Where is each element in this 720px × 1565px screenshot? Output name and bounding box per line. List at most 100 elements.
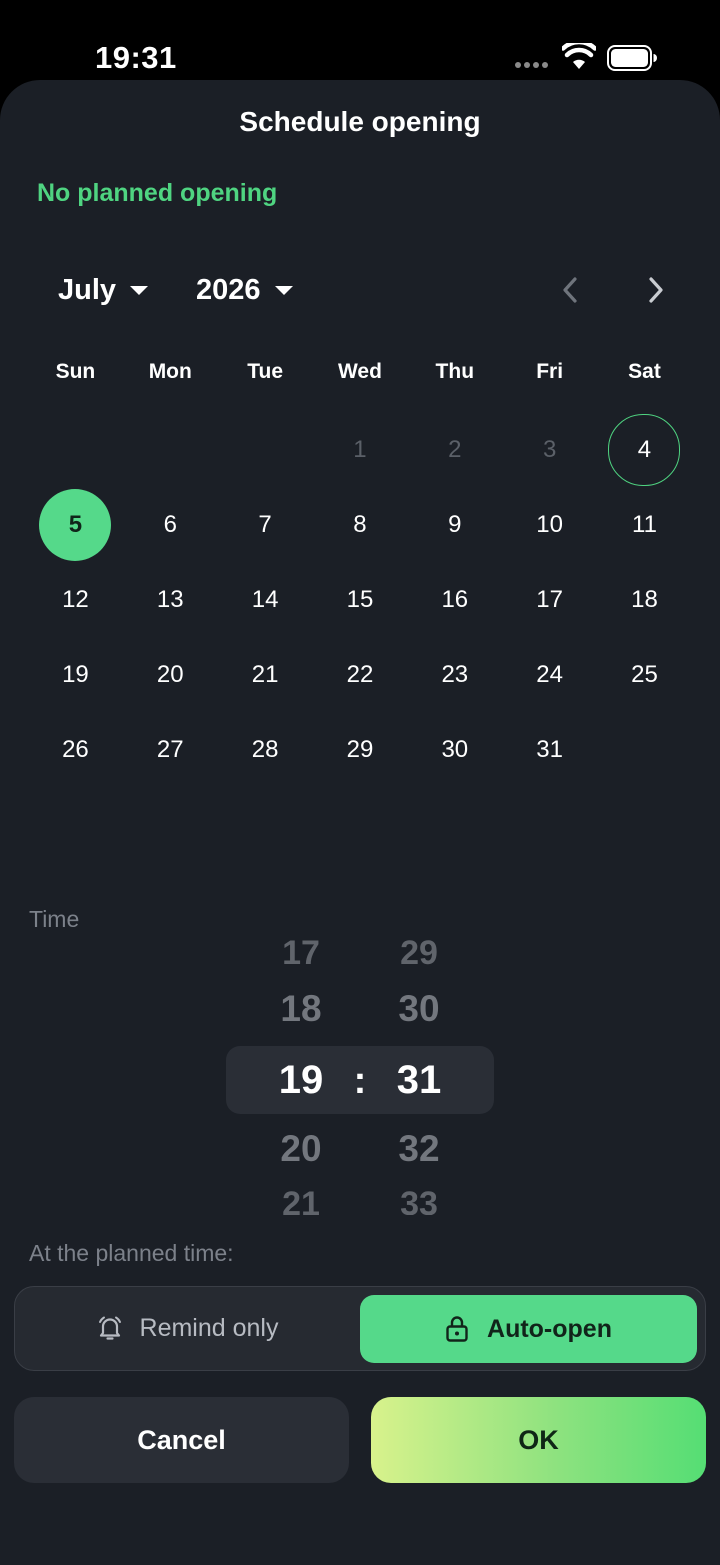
- weekday-label: Wed: [337, 360, 382, 383]
- calendar-day[interactable]: 24: [502, 638, 597, 713]
- hour-option[interactable]: 17: [256, 940, 346, 973]
- calendar-day[interactable]: 11: [597, 487, 692, 562]
- lock-icon: [446, 1316, 468, 1342]
- remind-only-option[interactable]: Remind only: [15, 1287, 359, 1369]
- minute-option[interactable]: 33: [374, 1185, 464, 1215]
- calendar-day[interactable]: 26: [28, 713, 123, 788]
- calendar-day-label: 2: [448, 435, 462, 463]
- calendar-day: 1: [313, 412, 408, 487]
- calendar-day[interactable]: 30: [407, 713, 502, 788]
- calendar-day[interactable]: 13: [123, 562, 218, 637]
- calendar-day[interactable]: 25: [597, 638, 692, 713]
- wifi-icon: [562, 43, 596, 69]
- month-dropdown[interactable]: July: [58, 274, 149, 307]
- weekday-label: Tue: [247, 360, 283, 383]
- planned-time-label: At the planned time:: [29, 1240, 234, 1266]
- calendar-day-label: 10: [536, 510, 563, 538]
- weekday-header: Sun Mon Tue Wed Thu Fri Sat: [28, 360, 692, 384]
- calendar-day[interactable]: 15: [313, 562, 408, 637]
- cancel-button[interactable]: Cancel: [14, 1397, 349, 1483]
- weekday-label: Fri: [536, 360, 564, 383]
- calendar-day[interactable]: 23: [407, 638, 502, 713]
- remind-only-label: Remind only: [139, 1313, 279, 1342]
- calendar-day[interactable]: 22: [313, 638, 408, 713]
- calendar-day[interactable]: 29: [313, 713, 408, 788]
- calendar-day-label: 29: [346, 736, 374, 764]
- bell-icon: [98, 1316, 121, 1340]
- hour-option[interactable]: 18: [256, 988, 346, 1030]
- selected-hour[interactable]: 19: [256, 1058, 346, 1103]
- auto-open-option[interactable]: Auto-open: [360, 1295, 697, 1363]
- next-month-button[interactable]: [639, 272, 673, 308]
- ok-button[interactable]: OK: [371, 1397, 706, 1483]
- calendar-day[interactable]: 19: [28, 638, 123, 713]
- calendar-day-label: 11: [632, 510, 657, 538]
- calendar-day-today[interactable]: 4: [597, 412, 692, 487]
- minute-option[interactable]: 29: [374, 940, 464, 973]
- calendar-day[interactable]: 8: [313, 487, 408, 562]
- minute-option[interactable]: 30: [374, 988, 464, 1030]
- calendar-day-label: 9: [448, 510, 462, 538]
- calendar-day[interactable]: 9: [407, 487, 502, 562]
- calendar-day-label: 18: [631, 585, 658, 613]
- weekday-label: Sat: [628, 360, 661, 383]
- hour-option[interactable]: 20: [256, 1128, 346, 1170]
- auto-open-label: Auto-open: [487, 1314, 612, 1343]
- calendar-day-label: 31: [536, 736, 563, 764]
- calendar-day[interactable]: 21: [218, 638, 313, 713]
- calendar-day-label: 7: [258, 510, 272, 538]
- sheet-title: Schedule opening: [239, 106, 481, 137]
- calendar-day-label: 22: [346, 661, 374, 689]
- calendar-day-label: 5: [68, 510, 83, 538]
- calendar-blank: [123, 412, 218, 487]
- calendar-day[interactable]: 27: [123, 713, 218, 788]
- calendar-day-label: 8: [353, 510, 367, 538]
- calendar-day-label: 6: [163, 510, 177, 538]
- calendar-day-selected[interactable]: 5: [28, 487, 123, 562]
- calendar-day-label: 21: [251, 661, 279, 689]
- caret-down-icon: [274, 286, 293, 295]
- calendar-day[interactable]: 31: [502, 713, 597, 788]
- year-label: 2026: [196, 274, 261, 306]
- calendar-day-label: 25: [631, 661, 658, 689]
- calendar-day[interactable]: 28: [218, 713, 313, 788]
- selected-minute[interactable]: 31: [374, 1058, 464, 1103]
- mode-toggle: Remind only Auto-open: [14, 1286, 706, 1371]
- calendar-day[interactable]: 7: [218, 487, 313, 562]
- calendar-day[interactable]: 20: [123, 638, 218, 713]
- calendar-day[interactable]: 17: [502, 562, 597, 637]
- calendar-day-label: 12: [62, 585, 89, 613]
- calendar-day[interactable]: 16: [407, 562, 502, 637]
- minute-option[interactable]: 32: [374, 1128, 464, 1170]
- calendar-day-label: 1: [353, 435, 367, 463]
- previous-month-button[interactable]: [553, 272, 587, 308]
- time-picker: 17 18 19 20 21 : 29 30 31 32 33: [0, 940, 720, 1215]
- battery-icon: [607, 45, 657, 71]
- hour-option[interactable]: 21: [256, 1185, 346, 1215]
- calendar-day-label: 13: [156, 585, 184, 613]
- caret-down-icon: [130, 286, 149, 295]
- calendar-day-label: 3: [542, 435, 557, 463]
- chevron-left-icon: [563, 277, 577, 303]
- cellular-signal-icon: [515, 62, 548, 68]
- calendar-day-label: 15: [346, 585, 374, 613]
- calendar-day[interactable]: 10: [502, 487, 597, 562]
- time-label: Time: [29, 906, 80, 932]
- year-dropdown[interactable]: 2026: [196, 274, 293, 307]
- calendar-day[interactable]: 6: [123, 487, 218, 562]
- calendar-blank: [28, 412, 123, 487]
- weekday-label: Mon: [148, 360, 192, 383]
- calendar-day: 3: [502, 412, 597, 487]
- calendar-day-label: 27: [156, 736, 184, 764]
- calendar-grid: 1 2 3 4 5 6 7 8 9 10 11 12 13 14 15 16 17 18 19 20 21 22 23 24 2…: [28, 412, 692, 788]
- calendar-day-label: 24: [536, 661, 563, 689]
- time-separator: :: [353, 1060, 367, 1102]
- calendar-day-label: 30: [441, 736, 469, 764]
- calendar-day-label: 20: [156, 661, 184, 689]
- calendar-day[interactable]: 18: [597, 562, 692, 637]
- calendar-day-label: 19: [62, 661, 89, 689]
- chevron-right-icon: [649, 277, 663, 303]
- weekday-label: Thu: [435, 360, 475, 383]
- calendar-day[interactable]: 12: [28, 562, 123, 637]
- calendar-day[interactable]: 14: [218, 562, 313, 637]
